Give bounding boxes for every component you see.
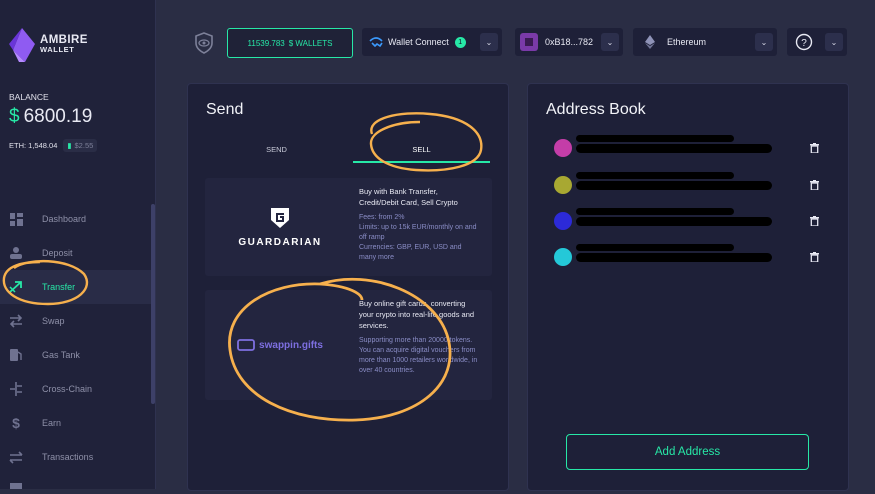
account-dropdown[interactable]: 0xB18...782 ⌄: [515, 28, 623, 56]
sidebar-item-earn[interactable]: $ Earn: [0, 406, 155, 440]
sidebar-nav: Dashboard Deposit Transfer Swap Gas Tank…: [0, 202, 155, 494]
wallet-connect-dropdown[interactable]: Wallet Connect 1 ⌄: [362, 28, 502, 56]
swappin-info: Buy online gift cards, converting your c…: [359, 298, 479, 376]
redacted-address: [576, 208, 772, 226]
deposit-icon: [8, 245, 24, 261]
guardarian-logo: GUARDARIAN: [205, 178, 355, 276]
address-book-entry[interactable]: [554, 208, 772, 230]
swappin-provider[interactable]: swappin.gifts Buy online gift cards, con…: [205, 290, 492, 400]
guardarian-info: Buy with Bank Transfer, Credit/Debit Car…: [359, 186, 479, 263]
more-icon: [8, 476, 24, 492]
wallet-connect-icon: [369, 37, 383, 47]
wallet-connect-count-badge: 1: [454, 36, 466, 48]
address-avatar: [554, 139, 572, 157]
gas-balance-badge: ▮ $2.55: [63, 139, 98, 152]
help-icon: ?: [795, 33, 813, 51]
privacy-toggle-button[interactable]: [192, 31, 216, 55]
tab-send[interactable]: SEND: [208, 137, 345, 161]
sidebar-item-swap[interactable]: Swap: [0, 304, 155, 338]
account-avatar: [520, 33, 538, 51]
wallets-amount: 11539.783: [247, 38, 285, 48]
guardarian-description: Buy with Bank Transfer, Credit/Debit Car…: [359, 187, 458, 207]
address-avatar: [554, 212, 572, 230]
help-dropdown[interactable]: ? ⌄: [787, 28, 847, 56]
chevron-down-icon[interactable]: ⌄: [825, 33, 843, 51]
tab-sell[interactable]: SELL: [353, 137, 490, 163]
address-book-entry[interactable]: [554, 244, 772, 266]
top-bar: 11539.783 $ WALLETS Wallet Connect 1 ⌄ 0…: [0, 28, 875, 58]
guardarian-name: GUARDARIAN: [238, 237, 322, 248]
swappin-icon: [237, 339, 255, 351]
add-address-button[interactable]: Add Address: [566, 434, 809, 470]
address-book-title: Address Book: [546, 101, 646, 118]
sidebar-item-label: Gas Tank: [42, 350, 80, 360]
sidebar-item-label: Swap: [42, 316, 65, 326]
transactions-icon: [8, 449, 24, 465]
sidebar-scrollbar[interactable]: [151, 204, 155, 404]
guardarian-fees: Fees: from 2%: [359, 214, 405, 221]
balance-value: 6800.19: [23, 106, 93, 127]
guardarian-details: Fees: from 2% Limits: up to 15k EUR/mont…: [359, 213, 479, 263]
sidebar-item-label: Transactions: [42, 452, 94, 462]
send-title: Send: [206, 101, 244, 118]
chevron-down-icon[interactable]: ⌄: [480, 33, 498, 51]
address-avatar: [554, 248, 572, 266]
gas-balance-value: $2.55: [74, 141, 94, 150]
transfer-icon: [8, 279, 24, 295]
sidebar-item-label: Deposit: [42, 248, 73, 258]
sidebar-item-dashboard[interactable]: Dashboard: [0, 202, 155, 236]
sidebar-item-label: Transfer: [42, 282, 76, 292]
trash-icon[interactable]: [810, 216, 819, 226]
address-book-entry[interactable]: [554, 135, 772, 157]
sidebar-item-cross-chain[interactable]: Cross-Chain: [0, 372, 155, 406]
eth-balance: ETH: 1,548.04: [9, 141, 58, 150]
balance-breakdown: ETH: 1,548.04 ▮ $2.55: [9, 139, 98, 152]
wallet-connect-label: Wallet Connect: [388, 37, 449, 47]
sidebar-item-deposit[interactable]: Deposit: [0, 236, 155, 270]
swappin-description: Buy online gift cards, converting your c…: [359, 299, 475, 330]
cross-chain-icon: [8, 381, 24, 397]
guardarian-icon: [271, 208, 289, 228]
address-avatar: [554, 176, 572, 194]
wallets-button[interactable]: 11539.783 $ WALLETS: [227, 28, 353, 58]
sidebar-item-label: Cross-Chain: [42, 384, 93, 394]
guardarian-provider[interactable]: GUARDARIAN Buy with Bank Transfer, Credi…: [205, 178, 492, 276]
redacted-address: [576, 172, 772, 190]
shield-eye-icon: [195, 32, 213, 54]
chevron-down-icon[interactable]: ⌄: [755, 33, 773, 51]
swappin-details: Supporting more than 20000 tokens. You c…: [359, 337, 478, 374]
svg-text:?: ?: [801, 38, 807, 49]
sidebar-item-transfer[interactable]: Transfer: [0, 270, 155, 304]
redacted-address: [576, 135, 772, 153]
guardarian-currencies: Currencies: GBP, EUR, USD and many more: [359, 244, 462, 261]
dashboard-icon: [8, 211, 24, 227]
network-name: Ethereum: [667, 37, 707, 47]
trash-icon[interactable]: [810, 252, 819, 262]
gas-icon: ▮: [67, 141, 72, 150]
redacted-address: [576, 244, 772, 262]
sidebar: AMBIRE WALLET BALANCE $6800.19 ETH: 1,54…: [0, 0, 156, 489]
balance-currency: $: [9, 106, 20, 127]
address-book-entry[interactable]: [554, 172, 772, 194]
gas-tank-icon: [8, 347, 24, 363]
sidebar-item-label: Dashboard: [42, 214, 87, 224]
network-dropdown[interactable]: Ethereum ⌄: [633, 28, 777, 56]
sidebar-item-gas-tank[interactable]: Gas Tank: [0, 338, 155, 372]
swap-icon: [8, 313, 24, 329]
trash-icon[interactable]: [810, 143, 819, 153]
ethereum-icon: [645, 35, 655, 49]
swappin-name: swappin.gifts: [259, 339, 323, 351]
balance-label: BALANCE: [9, 92, 49, 102]
trash-icon[interactable]: [810, 180, 819, 190]
earn-icon: $: [12, 415, 20, 431]
guardarian-limits: Limits: up to 15k EUR/monthly on and off…: [359, 224, 477, 241]
swappin-logo: swappin.gifts: [205, 290, 355, 400]
sidebar-item-more[interactable]: [0, 474, 155, 494]
account-address: 0xB18...782: [545, 37, 594, 47]
sidebar-item-transactions[interactable]: Transactions: [0, 440, 155, 474]
sidebar-item-label: Earn: [42, 418, 62, 428]
balance-amount: $6800.19: [9, 106, 92, 128]
wallets-label: $ WALLETS: [288, 38, 333, 48]
chevron-down-icon[interactable]: ⌄: [601, 33, 619, 51]
